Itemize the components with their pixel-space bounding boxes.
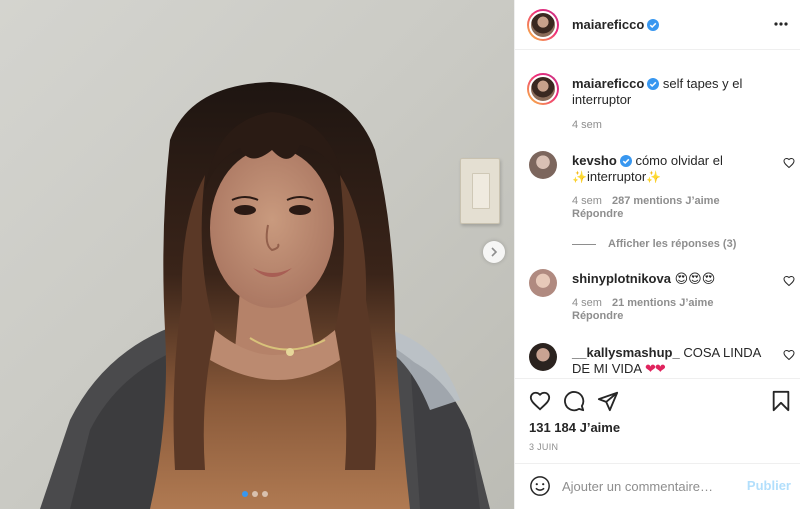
- add-comment-bar: Publier: [515, 463, 800, 509]
- reply-button[interactable]: Répondre: [572, 208, 623, 220]
- comment-likes[interactable]: 287 mentions J’aime: [612, 195, 720, 207]
- comment-likes[interactable]: 21 mentions J’aime: [612, 297, 714, 309]
- comment-icon[interactable]: [563, 390, 585, 412]
- post-header: maiareficco: [515, 0, 800, 50]
- sparkles-emoji: ✨: [646, 170, 662, 184]
- bookmark-icon[interactable]: [771, 390, 791, 412]
- carousel-dot-active: [242, 491, 248, 497]
- heart-eyes-emoji: 😍😍😍: [674, 272, 716, 287]
- like-comment-heart-icon[interactable]: [783, 275, 795, 287]
- sparkles-emoji: ✨: [572, 170, 587, 184]
- caption-username[interactable]: maiareficco: [572, 76, 644, 91]
- like-comment-heart-icon[interactable]: [783, 349, 795, 361]
- commenter-username[interactable]: __kallysmashup_: [572, 345, 680, 360]
- verified-badge-icon: [647, 78, 660, 90]
- commenter-avatar[interactable]: [529, 269, 557, 297]
- post-actions: 131 184 J’aime 3 JUIN: [515, 378, 800, 463]
- carousel-next-button[interactable]: [483, 241, 505, 263]
- carousel-dot: [262, 491, 268, 497]
- post-photo[interactable]: [0, 0, 514, 509]
- verified-badge-icon: [647, 18, 660, 31]
- commenter-username[interactable]: shinyplotnikova: [572, 271, 671, 286]
- commenter-avatar[interactable]: [529, 343, 557, 371]
- comment-input[interactable]: [562, 475, 742, 497]
- person-illustration: [40, 82, 490, 509]
- publish-button[interactable]: Publier: [747, 478, 791, 493]
- share-icon[interactable]: [597, 390, 619, 412]
- emoji-smiley-icon[interactable]: [529, 475, 551, 497]
- comment-timestamp[interactable]: 4 sem: [572, 195, 602, 207]
- caption-timestamp[interactable]: 4 sem: [572, 119, 602, 131]
- carousel-dot: [252, 491, 258, 497]
- author-avatar[interactable]: [527, 8, 559, 41]
- comment-timestamp[interactable]: 4 sem: [572, 297, 602, 309]
- likes-count[interactable]: 131 184 J’aime: [529, 420, 620, 435]
- carousel-indicator: [242, 491, 268, 497]
- view-replies-button[interactable]: Afficher les réponses (3): [572, 238, 736, 250]
- caption-avatar[interactable]: [527, 73, 559, 105]
- post-details-panel: maiareficco maiareficco self tapes y el …: [514, 0, 800, 509]
- verified-badge-icon: [619, 155, 632, 167]
- author-username[interactable]: maiareficco: [572, 17, 644, 32]
- more-options-icon[interactable]: [773, 16, 789, 32]
- comments-list[interactable]: maiareficco self tapes y el interruptor …: [515, 51, 800, 378]
- commenter-username[interactable]: kevsho: [572, 153, 617, 168]
- comment-text: interruptor: [586, 169, 647, 184]
- like-comment-heart-icon[interactable]: [783, 157, 795, 169]
- comment-text: cómo olvidar el: [635, 153, 723, 168]
- chevron-right-icon: [491, 247, 498, 257]
- commenter-avatar[interactable]: [529, 151, 557, 179]
- post-date[interactable]: 3 JUIN: [529, 442, 558, 452]
- red-hearts-emoji: ❤❤: [644, 362, 666, 377]
- reply-button[interactable]: Répondre: [572, 310, 623, 322]
- heart-icon[interactable]: [529, 390, 551, 412]
